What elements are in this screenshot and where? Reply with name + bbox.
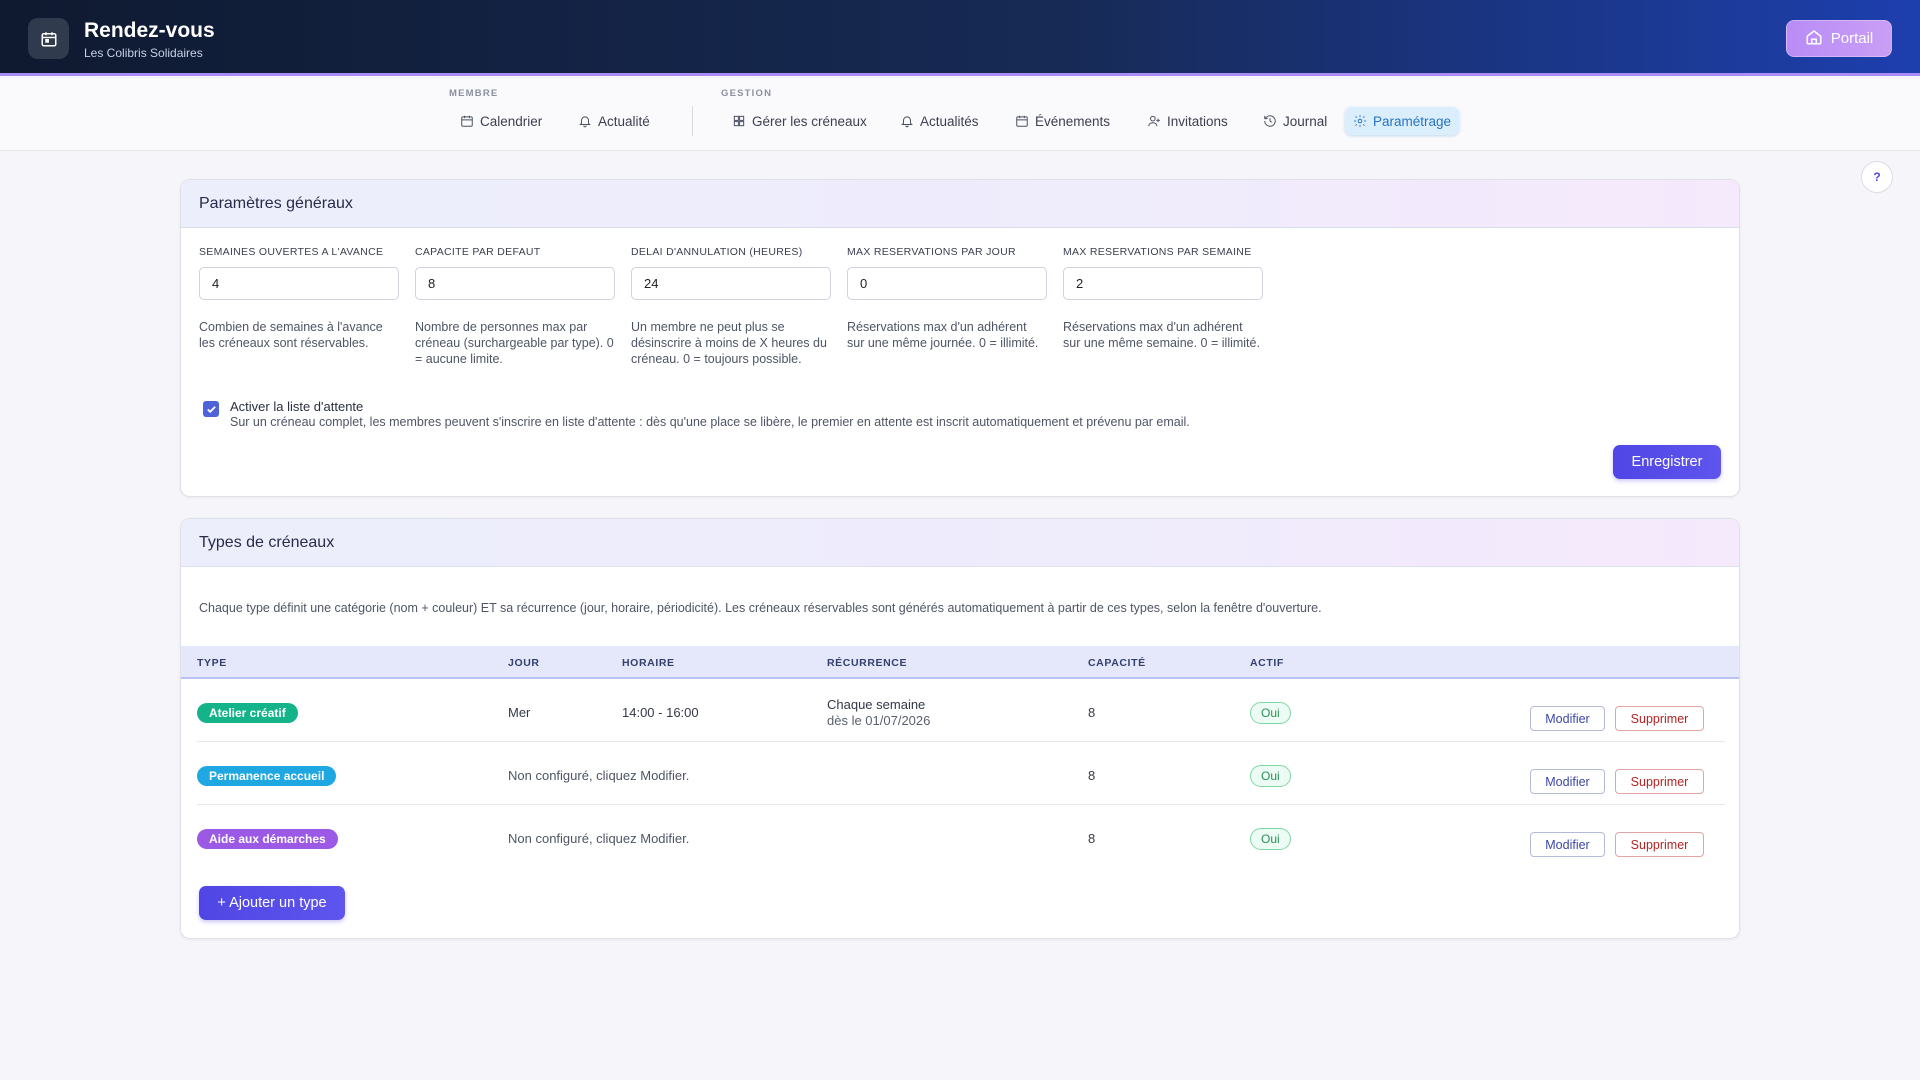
column-header: JOUR [508,657,540,669]
jour-cell: Non configuré, cliquez Modifier. [508,768,690,783]
field-cancel-delay: DELAI D'ANNULATION (HEURES) Un membre ne… [631,246,831,367]
column-header: HORAIRE [622,657,675,669]
field-weeks-ahead: SEMAINES OUVERTES A L'AVANCE Combien de … [199,246,399,351]
nav-item-gerer-creneaux[interactable]: Gérer les créneaux [724,107,875,135]
app-subtitle: Les Colibris Solidaires [84,46,203,60]
gear-icon [1354,115,1366,127]
table-row: Aide aux démarches Non configuré, clique… [197,805,1725,868]
recurrence-since: dès le 01/07/2026 [827,713,931,728]
field-label: MAX RESERVATIONS PAR SEMAINE [1063,246,1252,258]
type-badge: Aide aux démarches [197,829,338,849]
nav-separator [692,106,693,136]
slot-types-card: Types de créneaux Chaque type définit un… [180,518,1740,939]
waitlist-description: Sur un créneau complet, les membres peuv… [230,415,1190,429]
nav-group-manage: GESTION [721,88,773,99]
nav-item-label: Paramétrage [1373,113,1452,129]
horaire-cell: 14:00 - 16:00 [622,705,699,720]
check-icon [206,405,216,413]
field-max-per-day: MAX RESERVATIONS PAR JOUR Réservations m… [847,246,1047,351]
app-title: Rendez-vous [84,19,215,42]
type-badge: Permanence accueil [197,766,337,786]
history-icon [1264,115,1276,127]
calendar-icon [461,115,473,127]
grid-icon [733,115,745,127]
cancel-delay-input[interactable] [631,267,831,300]
nav-item-invitations[interactable]: Invitations [1139,107,1236,135]
general-settings-card: Paramètres généraux SEMAINES OUVERTES A … [180,179,1740,497]
recurrence-cell: Chaque semaine [827,697,926,712]
calendar-icon [1016,115,1028,127]
table-row: Permanence accueil Non configuré, clique… [197,742,1725,805]
edit-button[interactable]: Modifier [1530,706,1605,731]
general-settings-title: Paramètres généraux [181,180,1739,228]
nav-item-label: Gérer les créneaux [752,113,867,129]
max-per-day-input[interactable] [847,267,1047,300]
delete-button[interactable]: Supprimer [1615,706,1704,731]
nav-item-label: Invitations [1167,113,1228,129]
field-help: Un membre ne peut plus se désinscrire à … [631,320,827,366]
field-help: Réservations max d'un adhérent sur une m… [847,320,1039,350]
status-badge: Oui [1250,828,1291,850]
table-header: TYPE JOUR HORAIRE RÉCURRENCE CAPACITÉ AC… [181,646,1739,679]
nav-item-label: Journal [1283,113,1328,129]
weeks-ahead-input[interactable] [199,267,399,300]
bell-icon [901,116,913,128]
nav-item-parametrage[interactable]: Paramétrage [1345,107,1460,135]
portal-label: Portail [1830,30,1874,47]
edit-button[interactable]: Modifier [1530,769,1605,794]
field-help: Réservations max d'un adhérent sur une m… [1063,320,1260,350]
app-header: Rendez-vous Les Colibris Solidaires Port… [0,0,1920,76]
nav-item-actualites[interactable]: Actualités [892,107,987,135]
capacite-cell: 8 [1088,705,1096,720]
slot-types-description: Chaque type définit une catégorie (nom +… [199,601,1322,615]
field-help: Nombre de personnes max par créneau (sur… [415,320,614,366]
home-icon [1805,28,1823,50]
field-label: CAPACITE PAR DEFAUT [415,246,541,258]
capacite-cell: 8 [1088,831,1096,846]
jour-cell: Non configuré, cliquez Modifier. [508,831,690,846]
field-label: SEMAINES OUVERTES A L'AVANCE [199,246,384,258]
nav-item-journal[interactable]: Journal [1255,107,1335,135]
nav-item-label: Calendrier [480,113,543,129]
waitlist-label: Activer la liste d'attente [230,399,364,414]
waitlist-checkbox[interactable] [203,401,219,417]
delete-button[interactable]: Supprimer [1615,832,1704,857]
table-row: Atelier créatif Mer 14:00 - 16:00 Chaque… [197,679,1725,742]
column-header: RÉCURRENCE [827,657,908,669]
type-badge: Atelier créatif [197,703,298,723]
default-capacity-input[interactable] [415,267,615,300]
max-per-week-input[interactable] [1063,267,1263,300]
nav-item-evenements[interactable]: Événements [1007,107,1118,135]
help-button[interactable]: ? [1861,161,1893,193]
portal-button[interactable]: Portail [1786,20,1892,57]
column-header: CAPACITÉ [1088,657,1146,669]
field-help: Combien de semaines à l'avance les créne… [199,320,383,350]
status-badge: Oui [1250,765,1291,787]
bell-icon [579,116,591,128]
nav-item-label: Actualités [920,113,979,129]
user-plus-icon [1148,115,1160,127]
slot-types-title: Types de créneaux [181,519,1739,567]
field-max-per-week: MAX RESERVATIONS PAR SEMAINE Réservation… [1063,246,1263,351]
field-label: DELAI D'ANNULATION (HEURES) [631,246,803,258]
jour-cell: Mer [508,705,531,720]
add-type-button[interactable]: + Ajouter un type [199,886,345,920]
column-header: TYPE [197,657,227,669]
nav-group-member: MEMBRE [449,88,499,99]
calendar-icon [28,18,69,59]
save-button[interactable]: Enregistrer [1613,445,1721,479]
nav-item-calendrier[interactable]: Calendrier [452,107,550,135]
status-badge: Oui [1250,702,1291,724]
field-label: MAX RESERVATIONS PAR JOUR [847,246,1016,258]
edit-button[interactable]: Modifier [1530,832,1605,857]
nav-item-label: Événements [1035,113,1111,129]
column-header: ACTIF [1250,657,1284,669]
delete-button[interactable]: Supprimer [1615,769,1704,794]
nav-item-label: Actualité [598,113,650,129]
capacite-cell: 8 [1088,768,1096,783]
nav-item-actualite[interactable]: Actualité [570,107,658,135]
field-default-capacity: CAPACITE PAR DEFAUT Nombre de personnes … [415,246,615,367]
